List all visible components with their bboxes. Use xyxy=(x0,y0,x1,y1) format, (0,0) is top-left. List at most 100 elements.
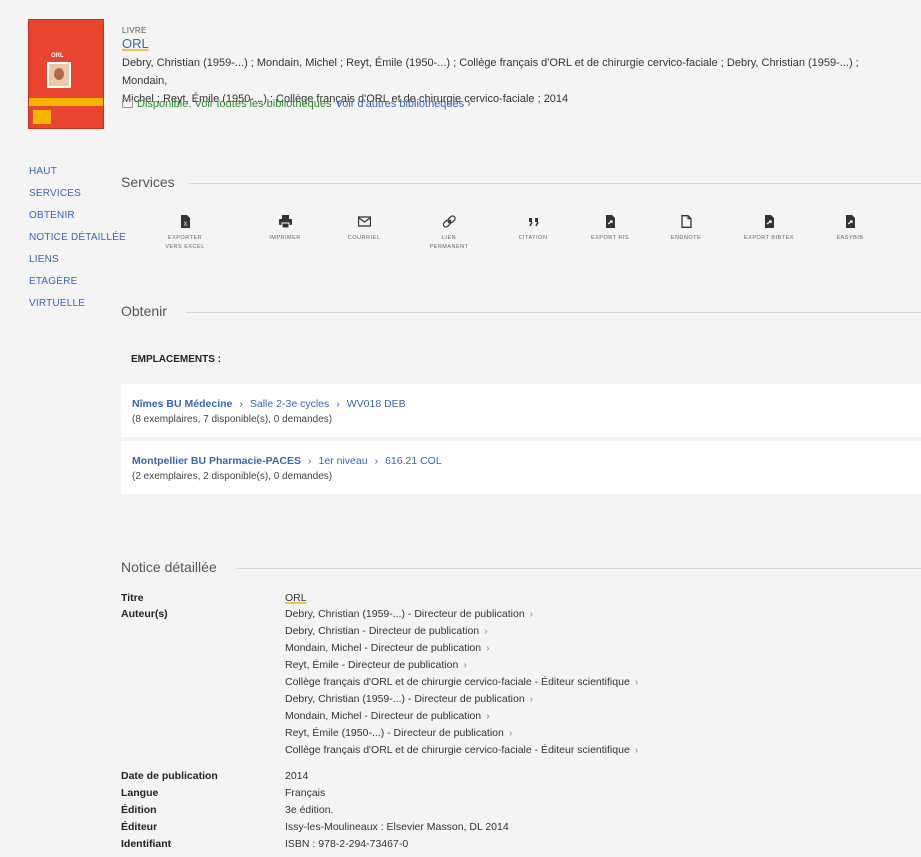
nav-item-etagere[interactable]: ETAGÈRE xyxy=(29,276,126,298)
other-libraries-label: Voir d'autres bibliothèques xyxy=(335,98,465,110)
author-link[interactable]: Debry, Christian - Directeur de publicat… xyxy=(285,625,488,637)
cover-label: ORL xyxy=(51,53,64,59)
nav-item-services[interactable]: SERVICES xyxy=(29,188,126,210)
author-link[interactable]: Debry, Christian (1959-...) - Directeur … xyxy=(285,693,533,705)
endnote-button[interactable]: ENDNOTE xyxy=(656,215,716,243)
link-icon xyxy=(442,215,456,228)
author-link[interactable]: Collège français d'ORL et de chirurgie c… xyxy=(285,744,638,756)
endnote-label: ENDNOTE xyxy=(670,235,702,241)
author-link[interactable]: Reyt, Émile - Directeur de publication › xyxy=(285,659,467,671)
services-divider xyxy=(189,183,921,184)
author-name: Debry, Christian - Directeur de publicat… xyxy=(285,625,480,637)
author-name: Debry, Christian (1959-...) - Directeur … xyxy=(285,608,525,620)
langue-value: Français xyxy=(285,787,326,799)
room-link[interactable]: 1er niveau xyxy=(319,455,368,467)
cover-photo xyxy=(47,62,71,88)
author-name: Reyt, Émile - Directeur de publication xyxy=(285,659,459,671)
author-name: Debry, Christian (1959-...) - Directeur … xyxy=(285,693,525,705)
langue-label: Langue xyxy=(121,787,159,799)
export-excel-button[interactable]: X EXPORTER VERS EXCEL xyxy=(155,215,215,252)
library-link[interactable]: Montpellier BU Pharmacie-PACES xyxy=(132,455,301,467)
export-bibtex-button[interactable]: EXPORT BIBTEX xyxy=(739,215,799,243)
quote-icon xyxy=(528,218,539,227)
edition-value: 3e édition. xyxy=(285,804,334,816)
author-link[interactable]: Debry, Christian (1959-...) - Directeur … xyxy=(285,608,533,620)
book-cover-image[interactable]: ORL xyxy=(28,19,104,129)
file-export-icon xyxy=(605,215,615,228)
permalink-button[interactable]: LIEN PERMANENT xyxy=(419,215,479,252)
mail-icon xyxy=(357,216,371,227)
print-label: IMPRIMER xyxy=(269,235,301,241)
export-ris-button[interactable]: EXPORT RIS xyxy=(580,215,640,243)
chevron-right-icon: › xyxy=(484,625,488,637)
author-link[interactable]: Mondain, Michel - Directeur de publicati… xyxy=(285,710,490,722)
chevron-right-icon: › xyxy=(634,676,639,688)
print-button[interactable]: IMPRIMER xyxy=(255,215,315,243)
export-ris-label: EXPORT RIS xyxy=(590,235,630,241)
location-row[interactable]: Montpellier BU Pharmacie-PACES › 1er nivea… xyxy=(121,441,921,494)
author-name: Mondain, Michel - Directeur de publicati… xyxy=(285,642,482,654)
book-icon xyxy=(122,99,133,108)
obtenir-heading: Obtenir xyxy=(121,303,167,319)
excel-icon: X xyxy=(180,215,190,228)
svg-text:X: X xyxy=(183,222,187,228)
permalink-label-2: PERMANENT xyxy=(429,244,469,250)
print-icon xyxy=(278,215,292,228)
chevron-right-icon: › xyxy=(239,398,243,410)
export-excel-label-2: VERS EXCEL xyxy=(165,244,205,250)
chevron-right-icon: › xyxy=(508,727,513,739)
easybib-label: EASYBIB xyxy=(836,235,864,241)
author-link[interactable]: Collège français d'ORL et de chirurgie c… xyxy=(285,676,638,688)
availability: Disponible. Voir toutes les bibliothèque… xyxy=(122,98,471,110)
availability-link[interactable]: Disponible. Voir toutes les bibliothèque… xyxy=(137,98,331,110)
titre-value: ORL xyxy=(285,592,307,604)
chevron-right-icon: › xyxy=(467,98,471,110)
author-link[interactable]: Mondain, Michel - Directeur de publicati… xyxy=(285,642,490,654)
chevron-right-icon: › xyxy=(529,693,534,705)
edition-label: Édition xyxy=(121,804,157,816)
nav-item-obtenir[interactable]: OBTENIR xyxy=(29,210,126,232)
nav-item-liens[interactable]: LIENS xyxy=(29,254,126,276)
library-link[interactable]: Nîmes BU Médecine xyxy=(132,398,232,410)
cover-band xyxy=(29,98,103,106)
email-button[interactable]: COURRIEL xyxy=(334,215,394,243)
record-title[interactable]: ORL xyxy=(122,36,149,51)
date-value: 2014 xyxy=(285,770,309,782)
room-link[interactable]: Salle 2-3e cycles xyxy=(250,398,329,410)
identifiant-label: Identifiant xyxy=(121,838,172,850)
editeur-value: Issy-les-Moulineaux : Elsevier Masson, D… xyxy=(285,821,509,833)
nav-item-haut[interactable]: HAUT xyxy=(29,166,126,188)
chevron-right-icon: › xyxy=(634,744,639,756)
easybib-button[interactable]: EASYBIB xyxy=(820,215,880,243)
location-path: Montpellier BU Pharmacie-PACES › 1er nivea… xyxy=(132,455,921,467)
editeur-label: Éditeur xyxy=(121,821,158,833)
location-summary: (8 exemplaires, 7 disponible(s), 0 deman… xyxy=(132,414,333,425)
export-excel-label-1: EXPORTER xyxy=(167,235,203,241)
chevron-right-icon: › xyxy=(486,710,490,722)
location-row[interactable]: Nîmes BU Médecine › Salle 2-3e cycles › WV01… xyxy=(121,384,921,437)
chevron-right-icon: › xyxy=(336,398,340,410)
services-heading: Services xyxy=(121,174,175,190)
citation-button[interactable]: CITATION xyxy=(503,215,563,243)
file-export-icon xyxy=(845,215,855,228)
author-name: Collège français d'ORL et de chirurgie c… xyxy=(285,676,630,688)
authors-line-1: Debry, Christian (1959-...) ; Mondain, M… xyxy=(122,57,859,87)
nav-item-notice[interactable]: NOTICE DÉTAILLÉE xyxy=(29,232,126,254)
obtenir-divider xyxy=(186,312,921,313)
author-name: Mondain, Michel - Directeur de publicati… xyxy=(285,710,482,722)
emplacements-label: EMPLACEMENTS : xyxy=(131,354,221,365)
chevron-right-icon: › xyxy=(308,455,312,467)
callnumber: 616.21 COL xyxy=(385,455,442,467)
notice-divider xyxy=(236,568,921,569)
section-nav: HAUT SERVICES OBTENIR NOTICE DÉTAILLÉE L… xyxy=(29,166,126,320)
auteurs-label: Auteur(s) xyxy=(121,608,168,620)
titre-label: Titre xyxy=(121,592,144,604)
nav-item-virtuelle[interactable]: VIRTUELLE xyxy=(29,298,126,320)
other-libraries-link[interactable]: Voir d'autres bibliothèques › xyxy=(335,98,470,110)
author-link[interactable]: Reyt, Émile (1950-...) - Directeur de pu… xyxy=(285,727,512,739)
date-label: Date de publication xyxy=(121,770,218,782)
chevron-right-icon: › xyxy=(529,608,534,620)
author-name: Reyt, Émile (1950-...) - Directeur de pu… xyxy=(285,727,504,739)
notice-heading: Notice détaillée xyxy=(121,559,217,575)
chevron-right-icon: › xyxy=(486,642,490,654)
